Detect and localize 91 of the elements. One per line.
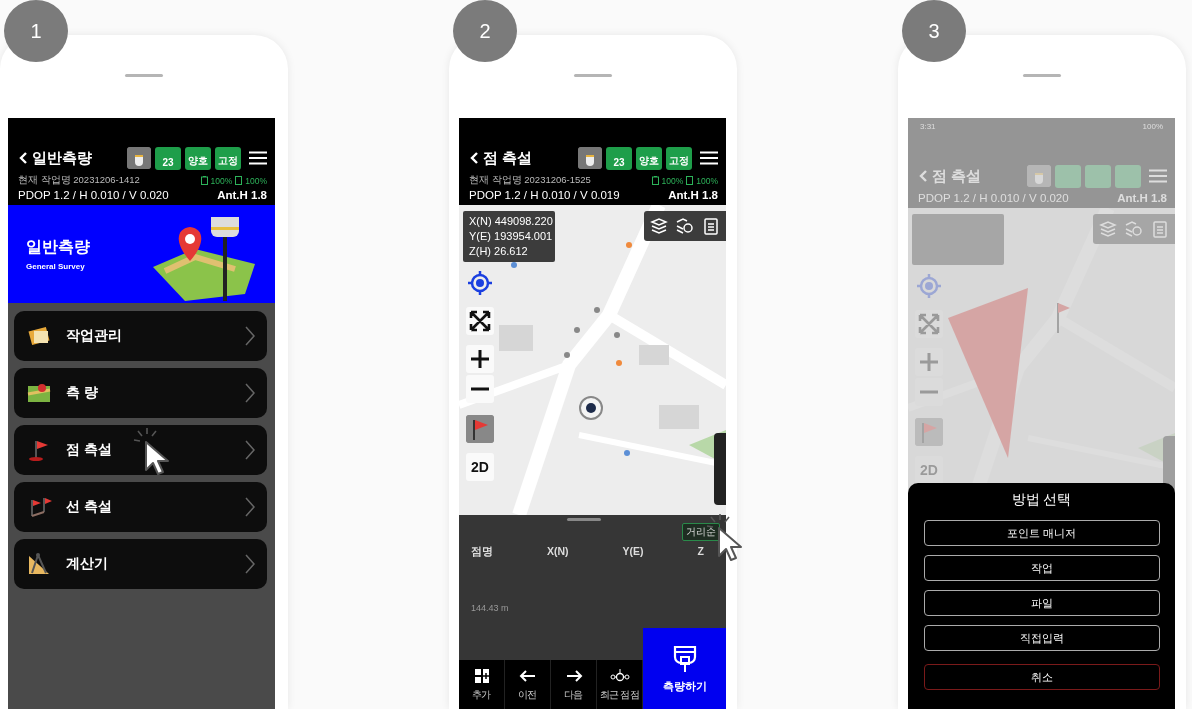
menu-item[interactable]: 측 량 bbox=[14, 368, 267, 418]
status-badge: 양호 bbox=[185, 146, 211, 170]
poi-marker bbox=[616, 360, 622, 366]
phone-speaker bbox=[125, 74, 163, 77]
poi-marker bbox=[624, 450, 630, 456]
status-badge bbox=[1055, 164, 1081, 188]
zoom-in-icon[interactable] bbox=[466, 345, 494, 373]
chevron-icon bbox=[245, 326, 255, 346]
poi-marker bbox=[594, 307, 600, 313]
coordinate-value: Z(H) 26.612 bbox=[469, 244, 529, 259]
status-badge: 23 bbox=[155, 146, 181, 170]
phone-speaker bbox=[1023, 74, 1061, 77]
menu-item[interactable]: 점 측설 bbox=[14, 425, 267, 475]
menu-icon[interactable] bbox=[700, 151, 718, 165]
status-badge bbox=[1115, 164, 1141, 188]
zoom-out-icon[interactable] bbox=[466, 375, 494, 403]
status-time: 3:31 bbox=[920, 122, 936, 133]
measure-button[interactable]: 측량하기 bbox=[643, 628, 726, 709]
step-number: 2 bbox=[453, 0, 517, 62]
poi-marker bbox=[564, 352, 570, 358]
step-number: 3 bbox=[902, 0, 966, 62]
menu-icon[interactable] bbox=[249, 151, 267, 165]
job-name: 현재 작업명 20231206-1525 bbox=[469, 174, 591, 187]
battery-icon bbox=[200, 176, 208, 185]
chevron-icon bbox=[245, 383, 255, 403]
clipboard-icon[interactable] bbox=[1150, 219, 1170, 239]
sheet-title: 방법 선택 bbox=[1011, 491, 1072, 509]
precision-readout: PDOP 1.2 / H 0.010 / V 0.019 bbox=[469, 189, 620, 201]
layer-search-icon[interactable] bbox=[675, 216, 695, 236]
banner-title: 일반측량 bbox=[26, 237, 91, 257]
flag-icon bbox=[1057, 302, 1070, 334]
clipboard-icon[interactable] bbox=[701, 216, 721, 236]
phone-speaker bbox=[574, 74, 612, 77]
option-button[interactable]: 직접입력 bbox=[923, 625, 1160, 651]
map-scale: 144.43 m bbox=[471, 603, 509, 613]
screen-title: 점 측설 bbox=[932, 166, 982, 186]
status-badge: 양호 bbox=[636, 146, 662, 170]
phone-battery-icon bbox=[686, 176, 694, 185]
menu-item[interactable]: 계산기 bbox=[14, 539, 267, 589]
receiver-icon bbox=[578, 147, 602, 169]
option-button[interactable]: 포인트 매니저 bbox=[923, 520, 1160, 546]
panel-grip[interactable] bbox=[567, 518, 601, 521]
antenna-height: Ant.H 1.8 bbox=[217, 189, 267, 201]
building-block bbox=[639, 345, 669, 365]
status-badge bbox=[1085, 164, 1111, 188]
expand-icon[interactable] bbox=[466, 307, 494, 335]
status-badge: 23 bbox=[606, 146, 632, 170]
receiver-icon bbox=[127, 147, 151, 169]
poi-marker bbox=[574, 327, 580, 333]
column-header: Y(E) bbox=[622, 545, 644, 559]
back-icon[interactable] bbox=[18, 151, 28, 165]
column-header: 점명 bbox=[471, 545, 493, 559]
screen-title: 일반측량 bbox=[32, 148, 92, 168]
chevron-icon bbox=[245, 440, 255, 460]
back-icon[interactable] bbox=[469, 151, 479, 165]
status-badge: 고정 bbox=[666, 146, 692, 170]
precision-readout: PDOP 1.2 / H 0.010 / V 0.020 bbox=[918, 192, 1069, 204]
phone-battery: 100% bbox=[696, 175, 718, 186]
column-header: Z bbox=[697, 545, 704, 559]
option-button[interactable]: 작업 bbox=[923, 555, 1160, 581]
chevron-icon bbox=[245, 497, 255, 517]
chevron-icon bbox=[245, 554, 255, 574]
gps-locate-icon[interactable] bbox=[466, 269, 494, 297]
poi-marker bbox=[511, 262, 517, 268]
job-name: 현재 작업명 20231206-1412 bbox=[18, 174, 140, 187]
column-header: X(N) bbox=[547, 545, 569, 559]
banner-subtitle: General Survey bbox=[26, 262, 85, 271]
phone-battery: 100% bbox=[245, 175, 267, 186]
screen-title: 점 측설 bbox=[483, 148, 533, 168]
battery-icon bbox=[651, 176, 659, 185]
receiver-icon bbox=[671, 643, 698, 673]
status-battery: 100% bbox=[1142, 122, 1163, 133]
precision-readout: PDOP 1.2 / H 0.010 / V 0.020 bbox=[18, 189, 169, 201]
receiver-battery: 100% bbox=[210, 175, 233, 186]
poi-marker bbox=[626, 242, 632, 248]
antenna-height: Ant.H 1.8 bbox=[668, 189, 718, 201]
flag-icon[interactable] bbox=[466, 415, 494, 443]
phone-battery-icon bbox=[235, 176, 243, 185]
layers-icon[interactable] bbox=[649, 216, 669, 236]
antenna-height: Ant.H 1.8 bbox=[1117, 192, 1167, 204]
side-panel-handle[interactable] bbox=[714, 433, 726, 505]
menu-item[interactable]: 작업관리 bbox=[14, 311, 267, 361]
status-badge: 고정 bbox=[215, 146, 241, 170]
toolbar-button[interactable]: 최근 점점 bbox=[597, 660, 643, 709]
menu-item[interactable]: 선 측설 bbox=[14, 482, 267, 532]
receiver-battery: 100% bbox=[661, 175, 684, 186]
step-number: 1 bbox=[4, 0, 68, 62]
view-mode-button[interactable]: 2D bbox=[466, 453, 494, 481]
poi-marker bbox=[614, 332, 620, 338]
cancel-button[interactable]: 취소 bbox=[923, 664, 1160, 690]
option-button[interactable]: 파일 bbox=[923, 590, 1160, 616]
